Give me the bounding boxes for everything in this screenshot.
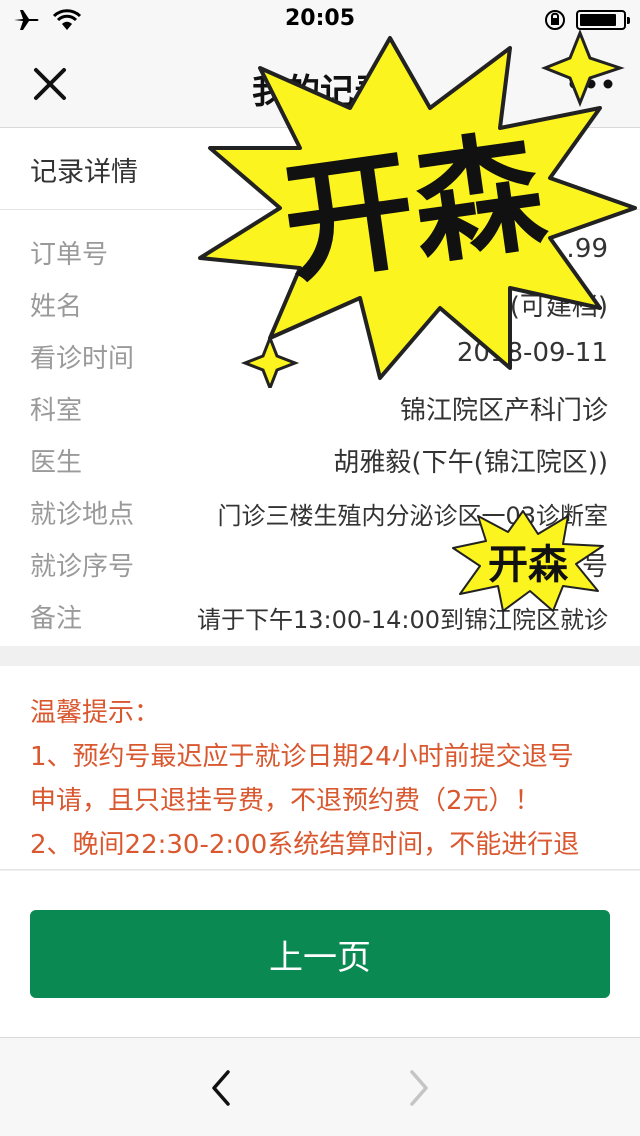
detail-label: 看诊时间 <box>30 344 135 374</box>
detail-label: 就诊序号 <box>30 552 135 582</box>
detail-label: 就诊地点 <box>30 500 135 530</box>
sticker-small: 开森 <box>452 510 604 612</box>
previous-page-button[interactable]: 上一页 <box>30 910 610 998</box>
detail-row-department: 科室 锦江院区产科门诊 <box>0 382 640 434</box>
sticker-text: 开森 <box>488 541 569 588</box>
sticker-big: 开森 <box>198 28 637 388</box>
detail-label: 订单号 <box>30 240 109 270</box>
sparkle-icon <box>240 333 300 388</box>
tips-line: 申请，且只退挂号费，不退预约费（2元）！ <box>30 786 541 816</box>
tips-panel: 温馨提示： 1、预约号最迟应于就诊日期24小时前提交退号 申请，且只退挂号费，不… <box>0 666 640 870</box>
chevron-right-icon <box>410 1070 428 1106</box>
sparkle-icon <box>540 28 625 108</box>
detail-label: 科室 <box>30 396 83 426</box>
tips-heading: 温馨提示： <box>30 698 161 728</box>
detail-label: 备注 <box>30 604 83 634</box>
battery-icon <box>576 10 630 30</box>
detail-value: 锦江院区产科门诊 <box>399 396 608 426</box>
chevron-left-icon[interactable] <box>206 1068 236 1108</box>
tips-line: 2、晚间22:30-2:00系统结算时间，不能进行退 <box>30 830 580 860</box>
detail-label: 姓名 <box>30 292 83 322</box>
detail-label: 医生 <box>30 448 83 478</box>
button-area: 上一页 <box>0 871 640 1037</box>
detail-value: 胡雅毅(下午(锦江院区)) <box>333 448 608 478</box>
browser-toolbar <box>0 1037 640 1136</box>
tips-line: 1、预约号最迟应于就诊日期24小时前提交退号 <box>30 742 574 772</box>
detail-row-doctor: 医生 胡雅毅(下午(锦江院区)) <box>0 434 640 486</box>
section-title: 记录详情 <box>30 157 138 188</box>
